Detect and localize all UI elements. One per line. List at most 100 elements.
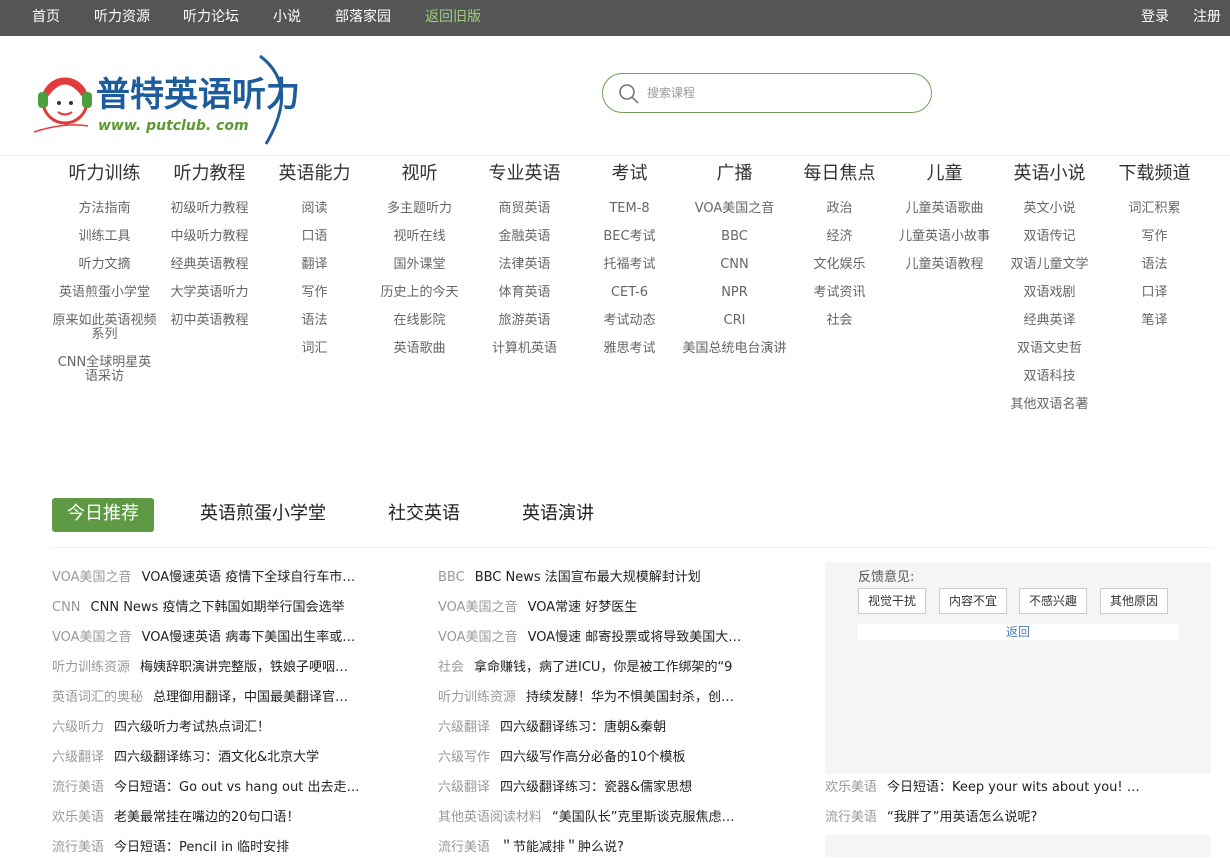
article-title[interactable]: 拿命赚钱，病了进ICU，你是被工作绑架的“9	[474, 660, 732, 675]
nav-item[interactable]: 经济	[787, 230, 892, 258]
nav-item[interactable]: 考试资讯	[787, 286, 892, 314]
feedback-visual-interference[interactable]: 视觉干扰	[858, 588, 927, 614]
nav-item[interactable]: 视听在线	[367, 230, 472, 258]
nav-item[interactable]: 语法	[1102, 258, 1207, 286]
topnav-forum[interactable]: 听力论坛	[183, 0, 239, 36]
nav-item[interactable]: 其他双语名著	[997, 398, 1102, 426]
nav-item[interactable]: BBC	[682, 230, 787, 258]
tab-today-recommend[interactable]: 今日推荐	[52, 498, 154, 532]
article-category[interactable]: 欢乐美语	[825, 780, 877, 795]
register-link[interactable]: 注册	[1193, 0, 1221, 36]
nav-item[interactable]: 历史上的今天	[367, 286, 472, 314]
nav-column-title[interactable]: 每日焦点	[787, 162, 892, 188]
nav-item[interactable]: 经典英译	[997, 314, 1102, 342]
article-category[interactable]: 听力训练资源	[438, 690, 516, 705]
nav-item[interactable]: 双语传记	[997, 230, 1102, 258]
nav-item[interactable]: 初级听力教程	[157, 202, 262, 230]
nav-item[interactable]: 英文小说	[997, 202, 1102, 230]
nav-item[interactable]: 经典英语教程	[157, 258, 262, 286]
nav-item[interactable]: TEM-8	[577, 202, 682, 230]
article-title[interactable]: VOA慢速 邮寄投票或将导致美国大…	[528, 630, 742, 645]
article-category[interactable]: 流行美语	[52, 780, 104, 795]
nav-item[interactable]: 翻译	[262, 258, 367, 286]
topnav-listening-resources[interactable]: 听力资源	[94, 0, 150, 36]
nav-item[interactable]: 计算机英语	[472, 342, 577, 370]
nav-item[interactable]: CNN全球明星英语采访	[52, 356, 157, 398]
nav-item[interactable]: 英语歌曲	[367, 342, 472, 370]
article-category[interactable]: VOA美国之音	[438, 630, 518, 645]
article-category[interactable]: VOA美国之音	[52, 570, 132, 585]
search-input[interactable]	[647, 83, 917, 103]
search-icon[interactable]	[619, 84, 639, 104]
nav-item[interactable]: 托福考试	[577, 258, 682, 286]
nav-item[interactable]: 英语煎蛋小学堂	[52, 286, 157, 314]
nav-item[interactable]: 考试动态	[577, 314, 682, 342]
nav-item[interactable]: 双语文史哲	[997, 342, 1102, 370]
nav-column-title[interactable]: 专业英语	[472, 162, 577, 188]
nav-column-title[interactable]: 儿童	[892, 162, 997, 188]
feedback-other[interactable]: 其他原因	[1100, 588, 1169, 614]
feedback-not-interested[interactable]: 不感兴趣	[1019, 588, 1088, 614]
article-title[interactable]: BBC News 法国宣布最大规模解封计划	[475, 570, 701, 585]
article-title[interactable]: VOA慢速英语 病毒下美国出生率或…	[142, 630, 356, 645]
nav-item[interactable]: VOA美国之音	[682, 202, 787, 230]
nav-column-title[interactable]: 视听	[367, 162, 472, 188]
article-title[interactable]: 持续发酵！华为不惧美国封杀，创…	[526, 690, 734, 705]
article-category[interactable]: 其他英语阅读材料	[438, 810, 542, 825]
nav-column-title[interactable]: 英语能力	[262, 162, 367, 188]
nav-item[interactable]: 中级听力教程	[157, 230, 262, 258]
article-title[interactable]: 今日短语：Go out vs hang out 出去走…	[114, 780, 359, 795]
nav-item[interactable]: 词汇	[262, 342, 367, 370]
nav-item[interactable]: 儿童英语教程	[892, 258, 997, 286]
nav-item[interactable]: CNN	[682, 258, 787, 286]
article-title[interactable]: “美国队长”克里斯谈克服焦虑…	[552, 810, 734, 825]
topnav-novel[interactable]: 小说	[273, 0, 301, 36]
nav-item[interactable]: 儿童英语小故事	[892, 230, 997, 258]
nav-item[interactable]: 国外课堂	[367, 258, 472, 286]
nav-item[interactable]: 多主题听力	[367, 202, 472, 230]
article-category[interactable]: 六级翻译	[438, 780, 490, 795]
article-category[interactable]: 流行美语	[52, 840, 104, 855]
article-category[interactable]: VOA美国之音	[52, 630, 132, 645]
nav-item[interactable]: 口语	[262, 230, 367, 258]
nav-item[interactable]: 政治	[787, 202, 892, 230]
article-category[interactable]: 六级听力	[52, 720, 104, 735]
login-link[interactable]: 登录	[1141, 0, 1169, 36]
nav-column-title[interactable]: 考试	[577, 162, 682, 188]
nav-column-title[interactable]: 听力训练	[52, 162, 157, 188]
nav-item[interactable]: 商贸英语	[472, 202, 577, 230]
article-title[interactable]: 四六级翻译练习：酒文化&北京大学	[114, 750, 319, 765]
nav-item[interactable]: 儿童英语歌曲	[892, 202, 997, 230]
article-category[interactable]: 六级翻译	[52, 750, 104, 765]
nav-item[interactable]: 口译	[1102, 286, 1207, 314]
tab-english-speech[interactable]: 英语演讲	[522, 498, 594, 532]
nav-item[interactable]: 旅游英语	[472, 314, 577, 342]
nav-item[interactable]: 金融英语	[472, 230, 577, 258]
feedback-back-link[interactable]: 返回	[858, 624, 1178, 640]
article-category[interactable]: 六级写作	[438, 750, 490, 765]
nav-item[interactable]: 阅读	[262, 202, 367, 230]
tab-english-egg-school[interactable]: 英语煎蛋小学堂	[200, 498, 326, 532]
article-title[interactable]: VOA常速 好梦医生	[528, 600, 638, 615]
nav-item[interactable]: 词汇积累	[1102, 202, 1207, 230]
nav-item[interactable]: BEC考试	[577, 230, 682, 258]
nav-item[interactable]: 写作	[262, 286, 367, 314]
nav-item[interactable]: CRI	[682, 314, 787, 342]
nav-item[interactable]: 文化娱乐	[787, 258, 892, 286]
nav-item[interactable]: 法律英语	[472, 258, 577, 286]
nav-item[interactable]: CET-6	[577, 286, 682, 314]
article-title[interactable]: 四六级写作高分必备的10个模板	[500, 750, 686, 765]
search-box[interactable]	[602, 73, 932, 113]
article-title[interactable]: 四六级听力考试热点词汇！	[114, 720, 270, 735]
article-category[interactable]: 社会	[438, 660, 464, 675]
article-title[interactable]: CNN News 疫情之下韩国如期举行国会选举	[91, 600, 345, 615]
article-title[interactable]: 四六级翻译练习：瓷器&儒家思想	[500, 780, 692, 795]
topnav-home[interactable]: 首页	[32, 0, 60, 36]
tab-social-english[interactable]: 社交英语	[388, 498, 460, 532]
article-category[interactable]: BBC	[438, 570, 465, 585]
nav-column-title[interactable]: 广播	[682, 162, 787, 188]
topnav-tribe[interactable]: 部落家园	[335, 0, 391, 36]
article-category[interactable]: 欢乐美语	[52, 810, 104, 825]
topnav-old-version[interactable]: 返回旧版	[425, 0, 481, 36]
nav-item[interactable]: 体育英语	[472, 286, 577, 314]
